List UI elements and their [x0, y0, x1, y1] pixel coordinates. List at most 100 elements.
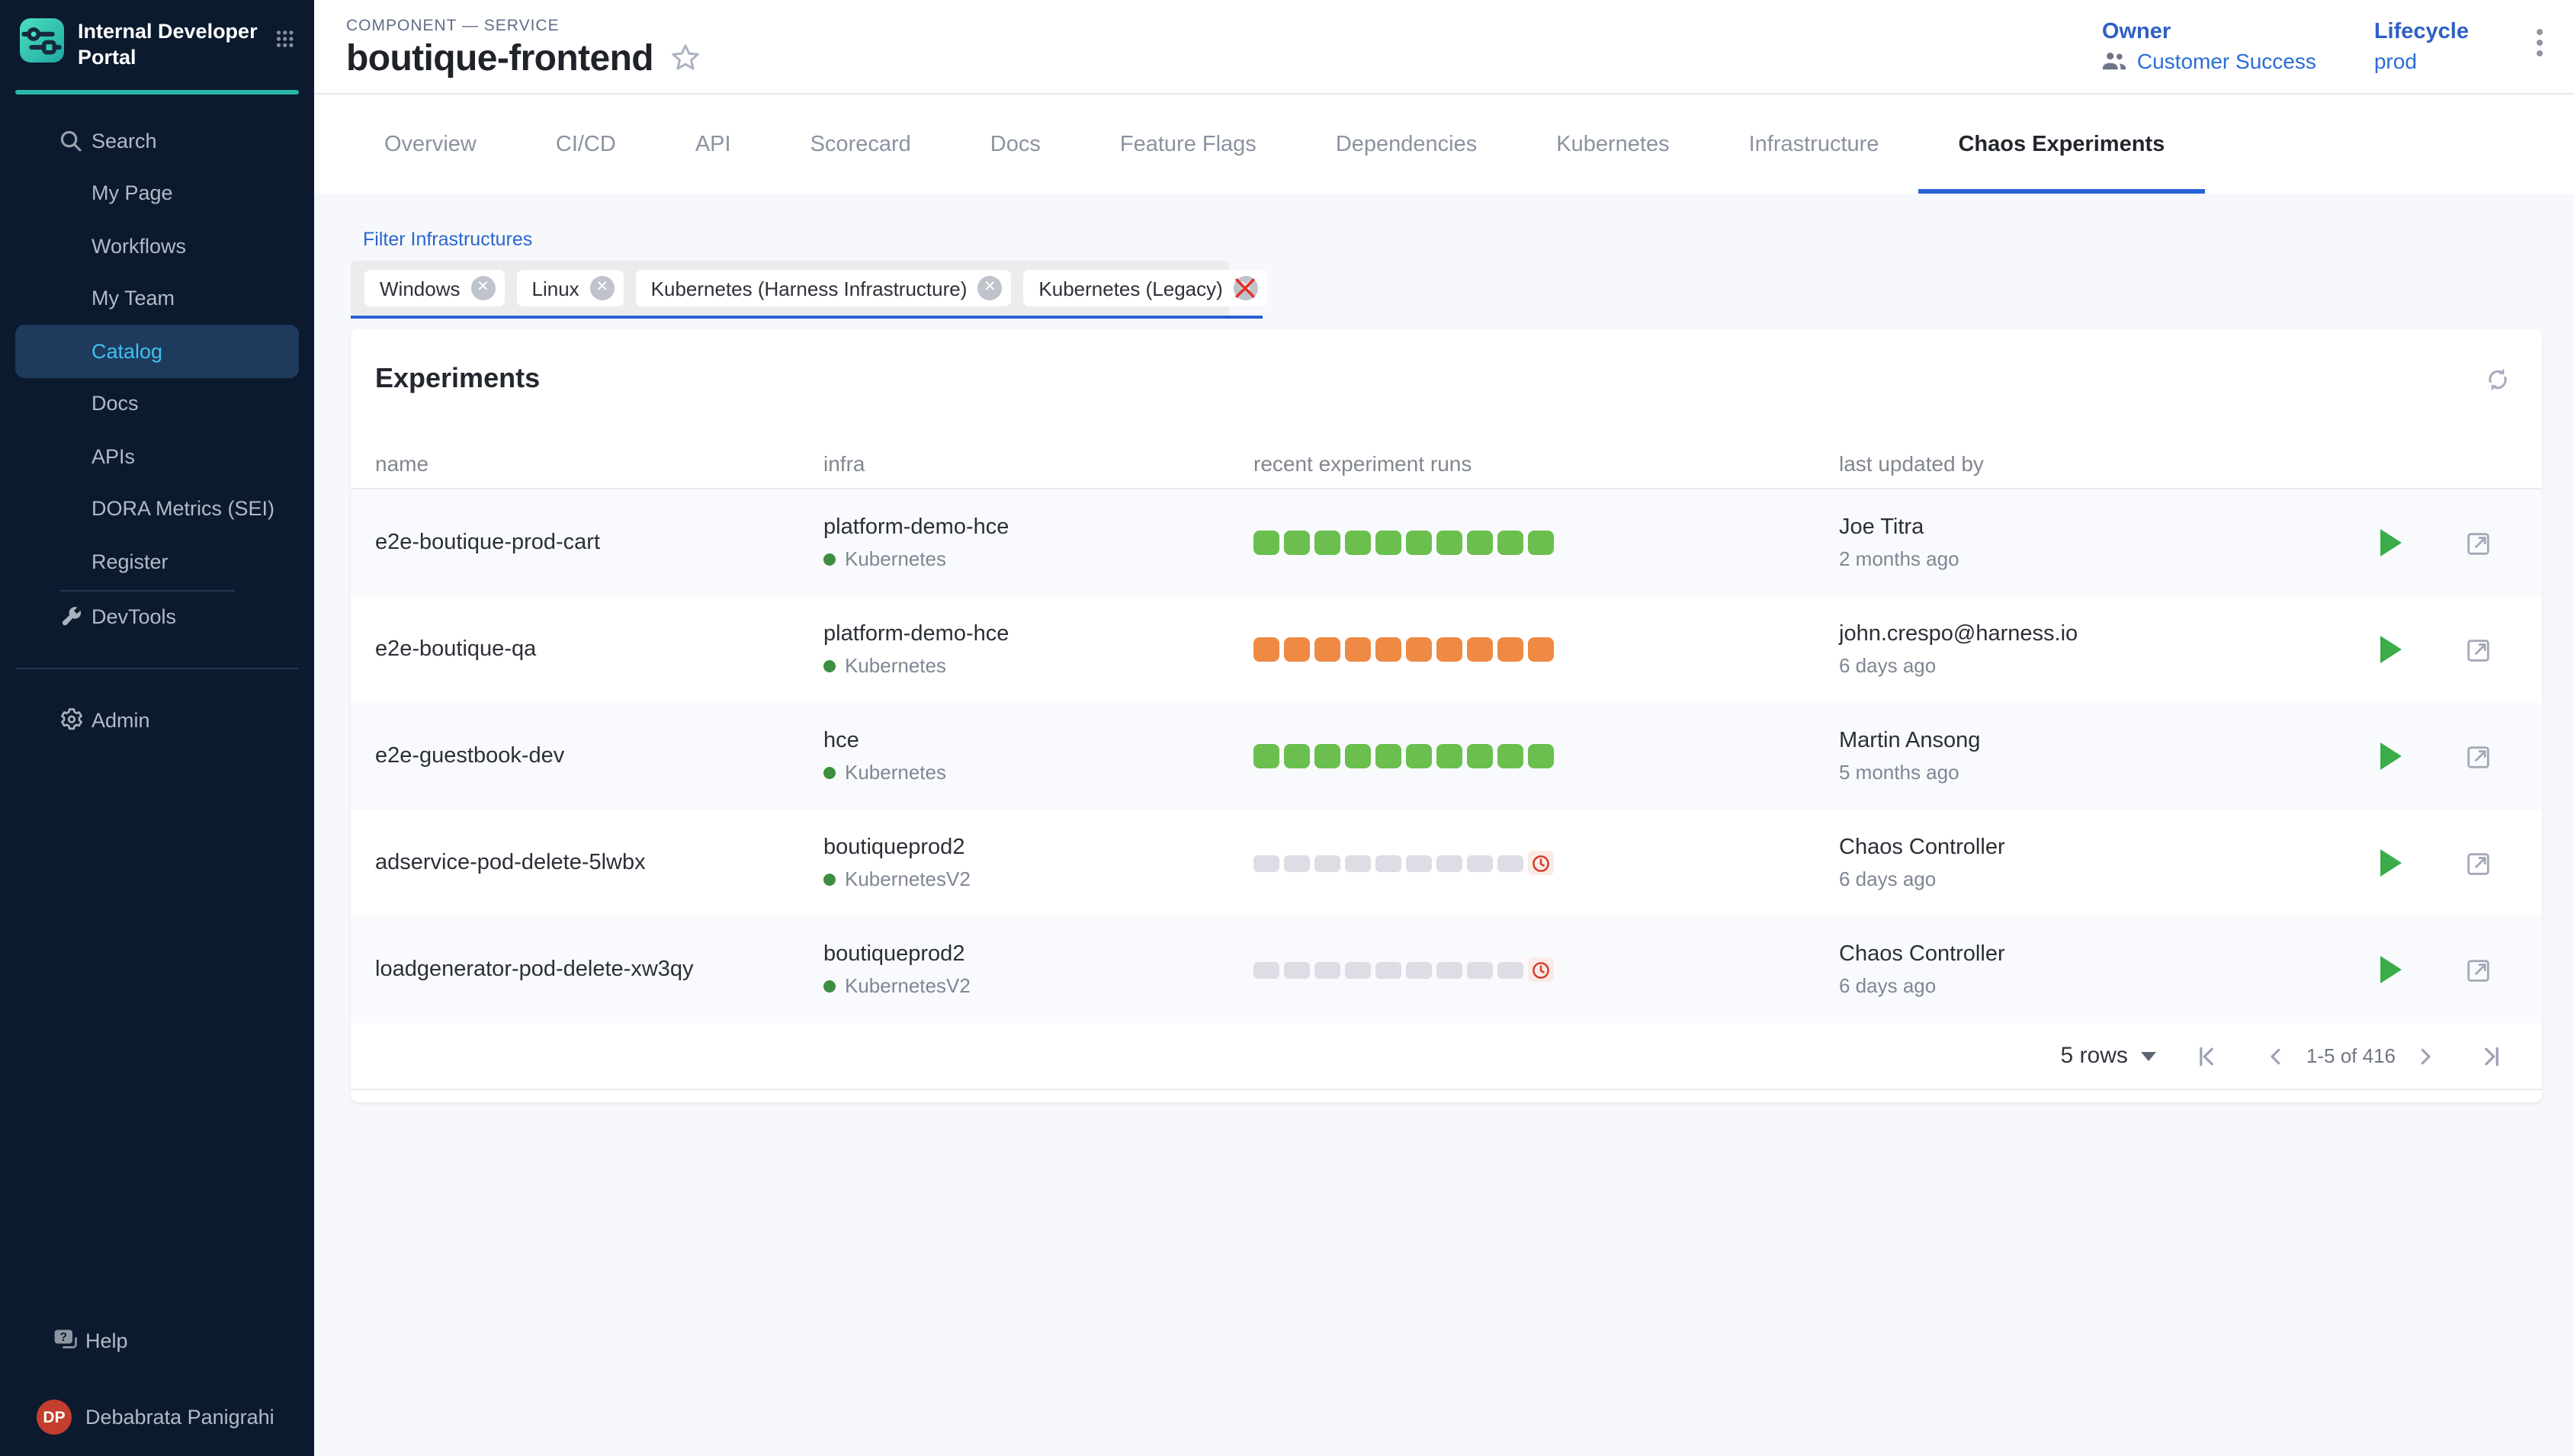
kebab-menu-icon[interactable] — [2527, 24, 2553, 69]
sidebar-item-register[interactable]: Register — [15, 535, 299, 588]
infra-type: Kubernetes — [845, 547, 946, 570]
run-status-square — [1375, 744, 1401, 769]
table-row[interactable]: e2e-boutique-qa platform-demo-hce Kubern… — [351, 596, 2542, 703]
favorite-star-icon[interactable] — [669, 43, 701, 75]
run-experiment-button[interactable] — [2380, 956, 2402, 983]
tab-chaos-experiments[interactable]: Chaos Experiments — [1918, 95, 2204, 194]
last-page-button[interactable] — [2478, 1042, 2505, 1070]
run-status-square — [1497, 961, 1523, 978]
sidebar-item-label: My Page — [91, 182, 173, 205]
run-status-square — [1467, 637, 1492, 662]
apps-grid-icon[interactable] — [275, 26, 297, 52]
run-status-square — [1467, 531, 1492, 556]
owner-link[interactable]: Customer Success — [2137, 49, 2316, 73]
sidebar-item-catalog[interactable]: Catalog — [15, 325, 299, 377]
tab-dependencies[interactable]: Dependencies — [1296, 95, 1516, 194]
run-status-square — [1345, 855, 1370, 871]
search-icon — [58, 128, 91, 154]
chip-remove-icon[interactable]: ✕ — [590, 276, 615, 300]
run-status-square — [1467, 961, 1492, 978]
tab-ci-cd[interactable]: CI/CD — [516, 95, 656, 194]
updated-by-cell: Chaos Controller 6 days ago — [1839, 835, 2342, 890]
owner-label: Owner — [2102, 20, 2316, 44]
sidebar-item-docs[interactable]: Docs — [15, 377, 299, 430]
table-header-row: name infra recent experiment runs last u… — [351, 395, 2542, 489]
entity-header: COMPONENT — SERVICE boutique-frontend Ow… — [314, 0, 2574, 95]
run-status-square — [1345, 637, 1370, 662]
run-experiment-button[interactable] — [2380, 849, 2402, 877]
rows-per-page-select[interactable]: 5 rows — [2061, 1043, 2157, 1069]
sidebar-footer: ? Help DP Debabrata Panigrahi — [0, 1314, 314, 1444]
run-experiment-button[interactable] — [2380, 636, 2402, 663]
refresh-icon[interactable] — [2484, 365, 2511, 393]
open-in-new-icon[interactable] — [2464, 635, 2493, 664]
tab-feature-flags[interactable]: Feature Flags — [1080, 95, 1296, 194]
tab-api[interactable]: API — [656, 95, 771, 194]
infrastructure-filter-field[interactable]: Windows ✕ Linux ✕ Kubernetes (Harness In… — [351, 261, 1263, 319]
user-profile[interactable]: DP Debabrata Panigrahi — [0, 1391, 314, 1444]
recent-runs — [1253, 744, 1839, 769]
run-experiment-button[interactable] — [2380, 529, 2402, 556]
run-status-square — [1253, 531, 1279, 556]
experiments-card: Experiments name infra recent experiment… — [351, 329, 2542, 1102]
previous-page-button[interactable] — [2264, 1044, 2288, 1068]
tab-infrastructure[interactable]: Infrastructure — [1709, 95, 1919, 194]
sidebar-item-search[interactable]: Search — [15, 114, 299, 167]
run-status-square — [1314, 744, 1340, 769]
lifecycle-fact: Lifecycle prod — [2374, 20, 2469, 73]
sidebar-header: Internal Developer Portal — [0, 0, 314, 78]
first-page-button[interactable] — [2194, 1042, 2221, 1070]
tab-content: Filter Infrastructures Windows ✕ Linux ✕… — [314, 194, 2574, 1456]
open-in-new-icon[interactable] — [2464, 528, 2493, 557]
next-page-button[interactable] — [2414, 1044, 2438, 1068]
pending-clock-icon — [1528, 957, 1553, 983]
run-status-square — [1375, 961, 1401, 978]
infra-type: KubernetesV2 — [845, 974, 971, 997]
sidebar: Internal Developer Portal Search My Page… — [0, 0, 314, 1456]
experiment-name: e2e-boutique-prod-cart — [375, 531, 823, 555]
table-row[interactable]: e2e-boutique-prod-cart platform-demo-hce… — [351, 489, 2542, 596]
recent-runs — [1253, 637, 1839, 662]
wrench-icon — [58, 605, 91, 630]
experiment-name: loadgenerator-pod-delete-xw3qy — [375, 957, 823, 982]
chip-remove-icon[interactable]: ✕ — [977, 276, 1002, 300]
sidebar-item-admin[interactable]: Admin — [15, 694, 299, 746]
run-status-square — [1528, 744, 1553, 769]
clear-filters-icon[interactable] — [1234, 277, 1257, 300]
page-title: boutique-frontend — [346, 40, 653, 77]
sidebar-item-label: Catalog — [91, 340, 162, 363]
sidebar-item-my-team[interactable]: My Team — [15, 272, 299, 325]
sidebar-item-dora-metrics[interactable]: DORA Metrics (SEI) — [15, 483, 299, 535]
run-status-square — [1436, 855, 1462, 871]
sidebar-item-label: Register — [91, 550, 168, 573]
tab-kubernetes[interactable]: Kubernetes — [1516, 95, 1709, 194]
tab-scorecard[interactable]: Scorecard — [771, 95, 951, 194]
sidebar-item-workflows[interactable]: Workflows — [15, 220, 299, 272]
rows-per-page-value: 5 rows — [2061, 1043, 2128, 1069]
sidebar-divider — [59, 589, 235, 591]
sidebar-item-devtools[interactable]: DevTools — [15, 591, 299, 643]
run-status-square — [1253, 855, 1279, 871]
table-row[interactable]: loadgenerator-pod-delete-xw3qy boutiquep… — [351, 916, 2542, 1023]
column-header-infra: infra — [823, 451, 1253, 476]
run-status-square — [1406, 855, 1431, 871]
filter-infrastructures-label[interactable]: Filter Infrastructures — [363, 229, 2542, 250]
harness-idp-logo-icon — [20, 18, 64, 63]
tab-overview[interactable]: Overview — [345, 95, 516, 194]
run-experiment-button[interactable] — [2380, 742, 2402, 770]
sidebar-item-label: DevTools — [91, 606, 176, 629]
sidebar-item-apis[interactable]: APIs — [15, 430, 299, 483]
open-in-new-icon[interactable] — [2464, 742, 2493, 771]
table-row[interactable]: e2e-guestbook-dev hce Kubernetes Martin … — [351, 703, 2542, 810]
updated-by-cell: john.crespo@harness.io 6 days ago — [1839, 622, 2342, 677]
pending-clock-icon — [1528, 851, 1553, 876]
sidebar-item-help[interactable]: ? Help — [15, 1314, 299, 1367]
experiment-name: e2e-guestbook-dev — [375, 744, 823, 768]
open-in-new-icon[interactable] — [2464, 955, 2493, 984]
open-in-new-icon[interactable] — [2464, 848, 2493, 877]
chip-remove-icon[interactable]: ✕ — [471, 276, 496, 300]
tab-docs[interactable]: Docs — [951, 95, 1080, 194]
sidebar-item-my-page[interactable]: My Page — [15, 167, 299, 220]
table-row[interactable]: adservice-pod-delete-5lwbx boutiqueprod2… — [351, 810, 2542, 916]
owner-fact: Owner Customer Success — [2102, 20, 2316, 73]
